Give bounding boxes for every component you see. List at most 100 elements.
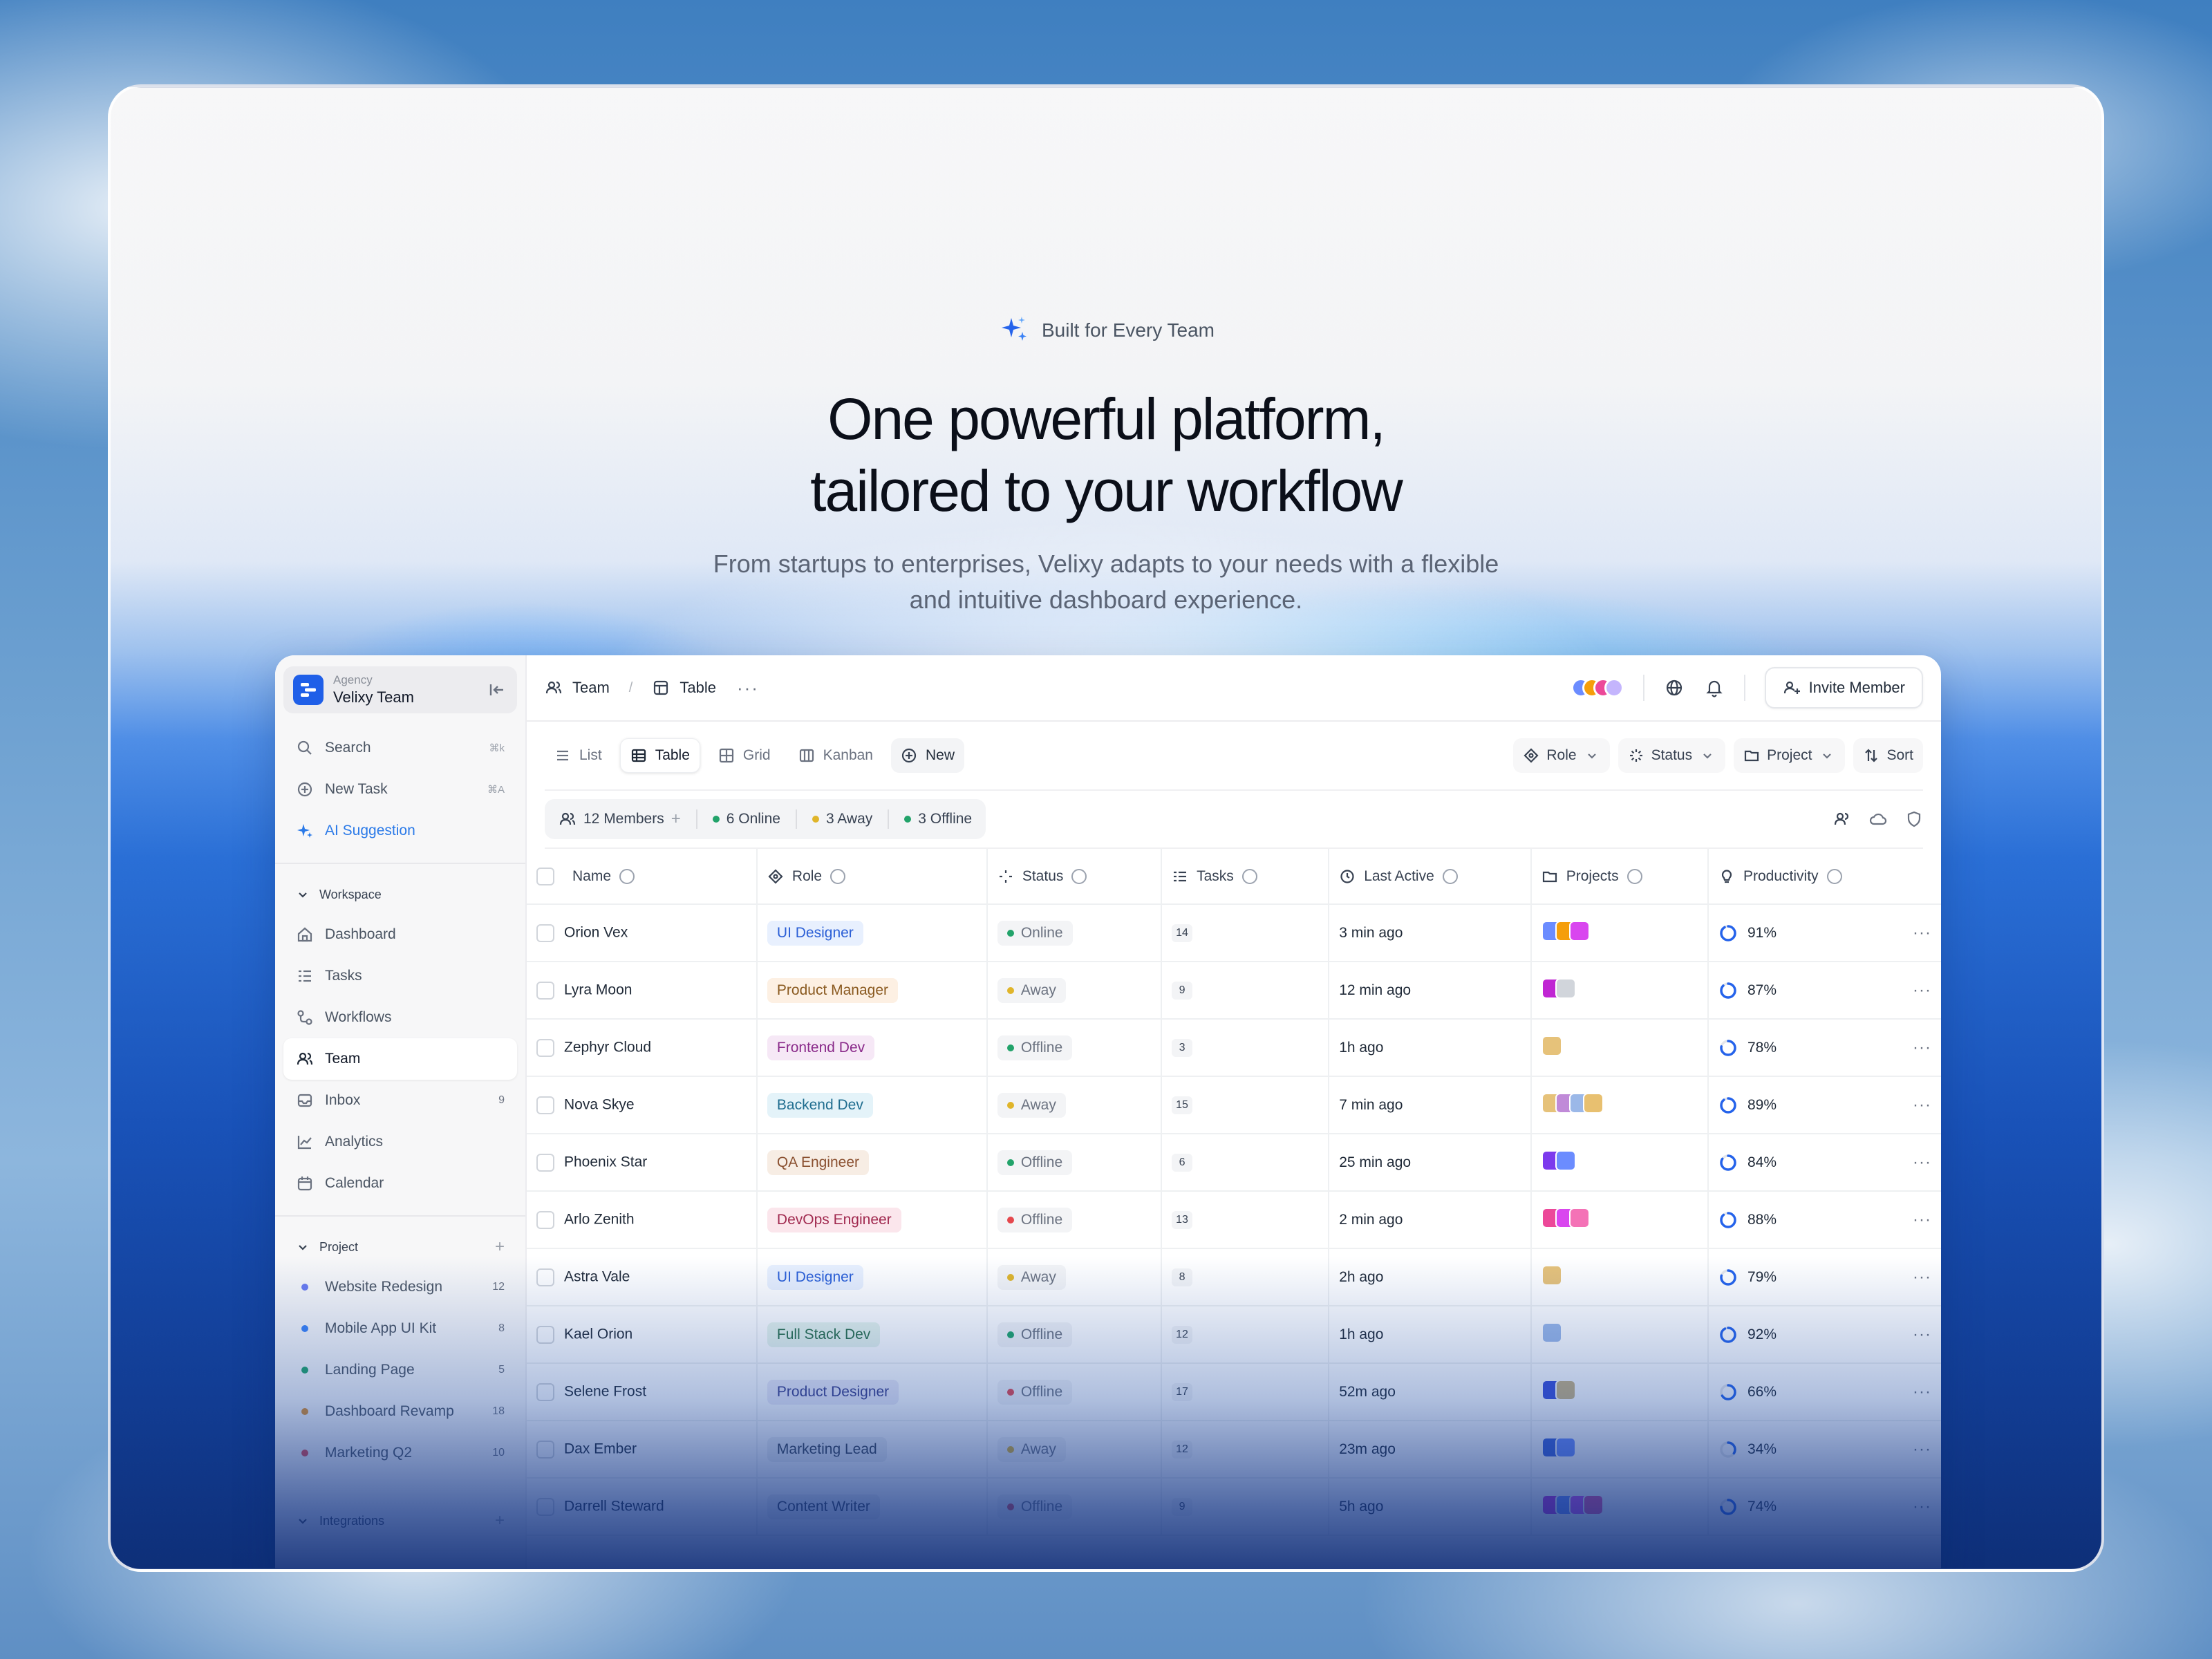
section-workspace[interactable]: Workspace — [275, 875, 525, 914]
add-member-icon[interactable]: + — [671, 809, 681, 829]
table-row[interactable]: Orion Vex UI Designer Online 14 3 min ag… — [527, 904, 1941, 962]
table-row[interactable]: Phoenix Star QA Engineer Offline 6 25 mi… — [527, 1134, 1941, 1192]
workspace-switcher[interactable]: Agency Velixy Team — [283, 666, 517, 713]
row-more-icon[interactable]: ··· — [1913, 1038, 1931, 1058]
sidebar-item-calendar[interactable]: Calendar — [283, 1163, 517, 1204]
project-thumbnail[interactable] — [1541, 1322, 1562, 1343]
more-options-icon[interactable]: ··· — [737, 677, 759, 699]
row-more-icon[interactable]: ··· — [1913, 1210, 1931, 1230]
breadcrumb-table[interactable]: Table — [679, 679, 716, 697]
section-project[interactable]: Project + — [275, 1228, 525, 1266]
column-projects[interactable]: Projects — [1530, 849, 1709, 905]
column-role[interactable]: Role — [756, 849, 988, 905]
table-row[interactable]: Lyra Moon Product Manager Away 9 12 min … — [527, 962, 1941, 1020]
row-more-icon[interactable]: ··· — [1913, 1497, 1931, 1517]
table-row[interactable]: Darrell Steward Content Writer Offline 9… — [527, 1478, 1941, 1536]
add-integration-button[interactable]: + — [495, 1511, 505, 1530]
project-filter[interactable]: Project — [1734, 738, 1846, 773]
table-row[interactable]: Selene Frost Product Designer Offline 17… — [527, 1363, 1941, 1421]
sidebar-item-search[interactable]: Search ⌘k — [283, 727, 517, 769]
row-more-icon[interactable]: ··· — [1913, 1153, 1931, 1172]
sidebar-item-ai-suggestion[interactable]: AI Suggestion — [283, 810, 517, 852]
row-checkbox[interactable] — [536, 1096, 554, 1114]
sidebar-project-item[interactable]: Landing Page 5 — [283, 1349, 517, 1391]
table-row[interactable]: Zephyr Cloud Frontend Dev Offline 3 1h a… — [527, 1019, 1941, 1077]
column-last-active[interactable]: Last Active — [1329, 849, 1532, 905]
row-checkbox[interactable] — [536, 1153, 554, 1172]
row-checkbox[interactable] — [536, 1268, 554, 1286]
row-checkbox[interactable] — [536, 1038, 554, 1057]
table-row[interactable]: Kael Orion Full Stack Dev Offline 12 1h … — [527, 1306, 1941, 1364]
row-checkbox[interactable] — [536, 1440, 554, 1459]
project-thumbnail[interactable] — [1582, 1092, 1604, 1114]
sidebar-item-team[interactable]: Team — [283, 1038, 517, 1080]
sidebar-item-dashboard[interactable]: Dashboard — [283, 914, 517, 955]
section-integrations[interactable]: Integrations + — [275, 1501, 525, 1540]
column-productivity[interactable]: Productivity — [1708, 849, 1941, 905]
role-filter[interactable]: Role — [1513, 738, 1610, 773]
column-name[interactable]: Name — [527, 849, 758, 905]
project-thumbnail[interactable] — [1568, 920, 1590, 941]
row-checkbox[interactable] — [536, 1325, 554, 1344]
row-more-icon[interactable]: ··· — [1913, 924, 1931, 943]
table-row[interactable]: Dax Ember Marketing Lead Away 12 23m ago… — [527, 1421, 1941, 1479]
column-tasks[interactable]: Tasks — [1161, 849, 1330, 905]
sort-button[interactable]: Sort — [1853, 738, 1923, 773]
row-more-icon[interactable]: ··· — [1913, 1268, 1931, 1287]
row-checkbox[interactable] — [536, 1210, 554, 1229]
status-filter[interactable]: Status — [1618, 738, 1726, 773]
row-more-icon[interactable]: ··· — [1913, 981, 1931, 1000]
sidebar-item-inbox[interactable]: Inbox 9 — [283, 1080, 517, 1121]
sort-icon[interactable] — [1442, 868, 1458, 884]
project-thumbnail[interactable] — [1555, 977, 1576, 999]
breadcrumb-team[interactable]: Team — [572, 679, 610, 697]
collapse-sidebar-icon[interactable] — [487, 680, 506, 700]
row-checkbox[interactable] — [536, 1382, 554, 1401]
row-more-icon[interactable]: ··· — [1913, 1440, 1931, 1459]
select-all-checkbox[interactable] — [536, 867, 554, 885]
tab-grid[interactable]: Grid — [709, 738, 780, 773]
sidebar-project-item[interactable]: Marketing Q2 10 — [283, 1432, 517, 1474]
project-thumbnail[interactable] — [1555, 1379, 1576, 1400]
online-avatars[interactable] — [1571, 678, 1624, 697]
sidebar-item-new-task[interactable]: New Task ⌘A — [283, 769, 517, 810]
avatar[interactable] — [1604, 678, 1624, 697]
cloud-icon[interactable] — [1869, 810, 1887, 828]
sort-icon[interactable] — [1627, 868, 1642, 884]
row-checkbox[interactable] — [536, 981, 554, 1000]
globe-icon[interactable] — [1664, 677, 1685, 698]
add-project-button[interactable]: + — [495, 1237, 505, 1257]
row-checkbox[interactable] — [536, 1497, 554, 1516]
sort-icon[interactable] — [1071, 868, 1087, 884]
sort-icon[interactable] — [1241, 868, 1257, 884]
sidebar-item-tasks[interactable]: Tasks — [283, 955, 517, 997]
tab-list[interactable]: List — [545, 738, 612, 773]
sort-icon[interactable] — [830, 868, 846, 884]
project-thumbnail[interactable] — [1555, 1436, 1576, 1458]
row-more-icon[interactable]: ··· — [1913, 1325, 1931, 1344]
column-status[interactable]: Status — [986, 849, 1163, 905]
shield-icon[interactable] — [1905, 810, 1923, 828]
sidebar-item-workflows[interactable]: Workflows — [283, 997, 517, 1038]
sidebar-project-item[interactable]: Dashboard Revamp 18 — [283, 1391, 517, 1432]
table-row[interactable]: Arlo Zenith DevOps Engineer Offline 13 2… — [527, 1191, 1941, 1249]
sort-icon[interactable] — [619, 868, 635, 884]
project-thumbnail[interactable] — [1568, 1207, 1590, 1228]
row-checkbox[interactable] — [536, 924, 554, 942]
team-icon[interactable] — [1833, 810, 1851, 828]
project-thumbnail[interactable] — [1541, 1264, 1562, 1286]
sidebar-project-item[interactable]: Mobile App UI Kit 8 — [283, 1308, 517, 1349]
new-view-button[interactable]: New — [890, 738, 964, 773]
row-more-icon[interactable]: ··· — [1913, 1096, 1931, 1115]
project-thumbnail[interactable] — [1582, 1494, 1604, 1515]
sidebar-project-item[interactable]: Website Redesign 12 — [283, 1266, 517, 1308]
project-thumbnail[interactable] — [1555, 1150, 1576, 1171]
bell-icon[interactable] — [1704, 677, 1725, 698]
sidebar-item-analytics[interactable]: Analytics — [283, 1121, 517, 1163]
project-thumbnail[interactable] — [1541, 1035, 1562, 1056]
tab-kanban[interactable]: Kanban — [789, 738, 883, 773]
row-more-icon[interactable]: ··· — [1913, 1382, 1931, 1402]
sort-icon[interactable] — [1826, 868, 1842, 884]
invite-member-button[interactable]: Invite Member — [1764, 667, 1923, 709]
table-row[interactable]: Nova Skye Backend Dev Away 15 7 min ago … — [527, 1076, 1941, 1134]
